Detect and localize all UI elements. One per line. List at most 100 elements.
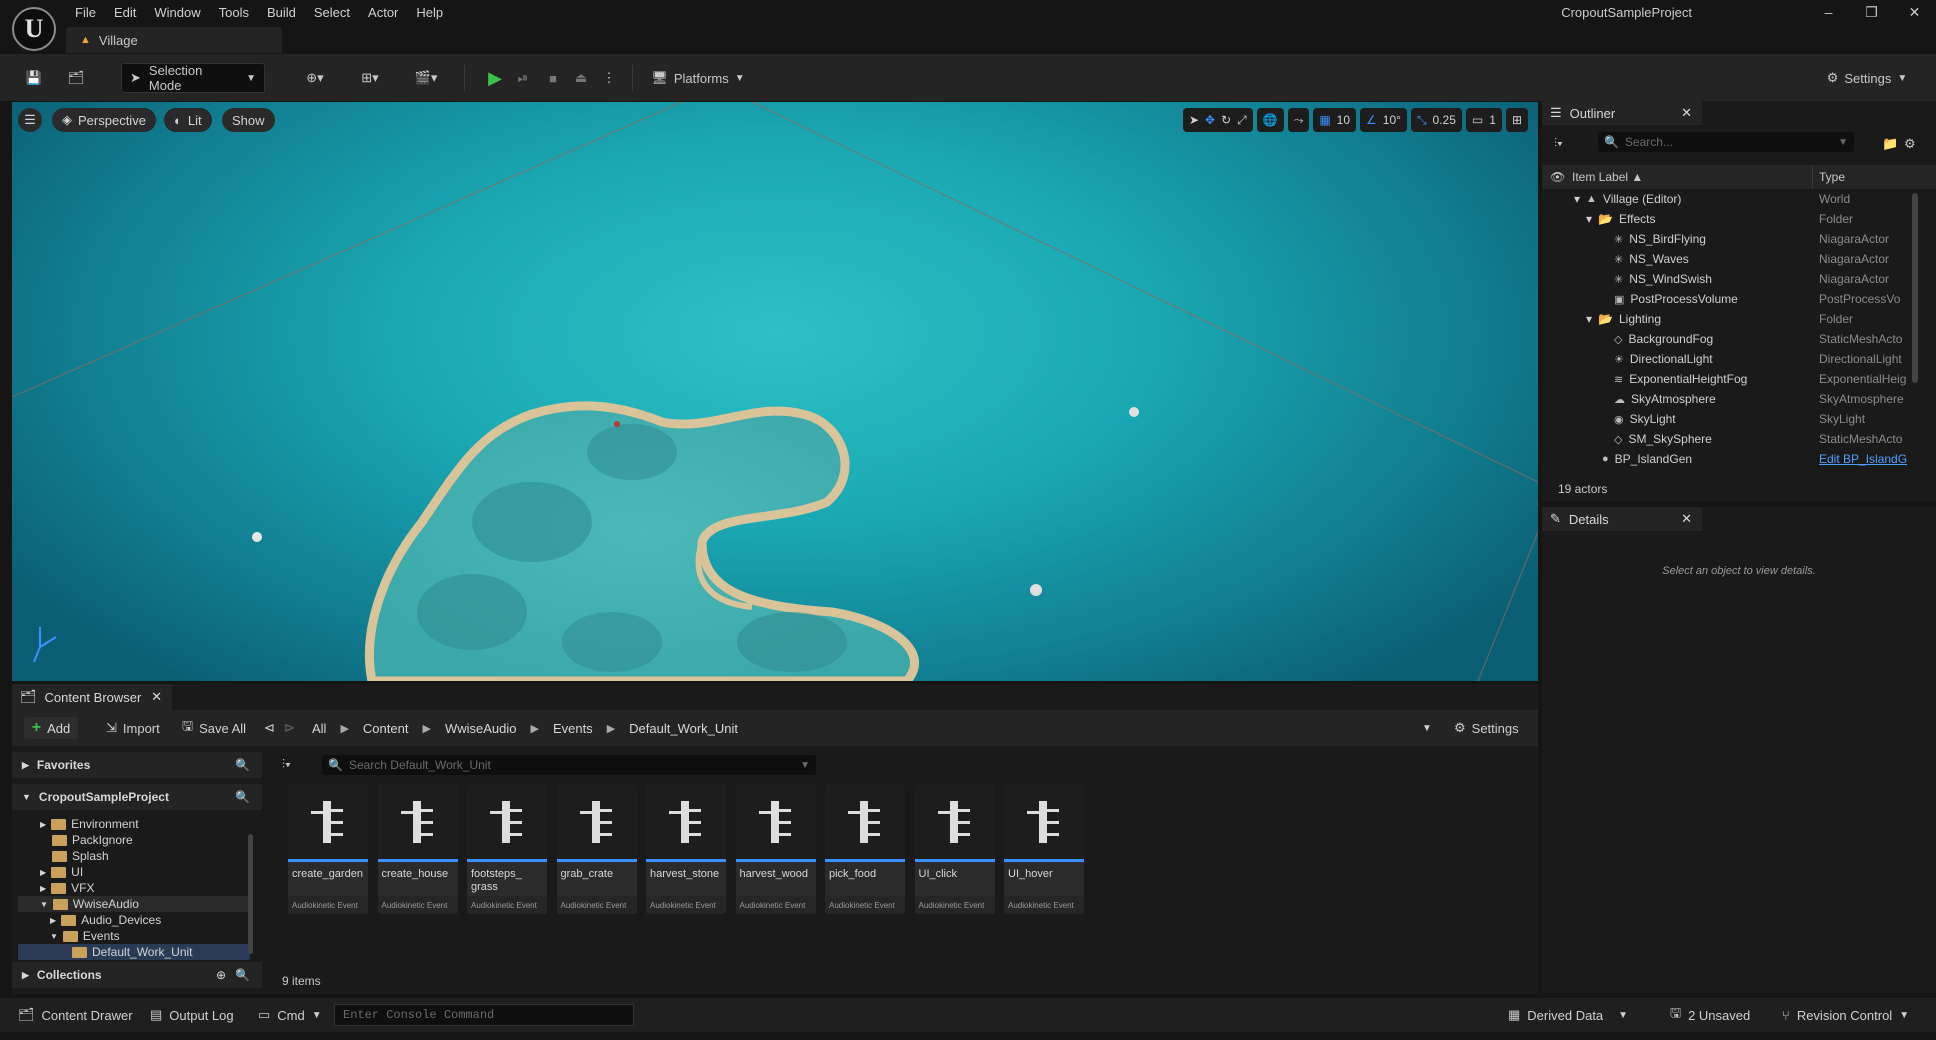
tree-folder[interactable]: ▼ WwiseAudio	[18, 896, 250, 912]
search-icon[interactable]: 🔍	[235, 758, 250, 772]
back-icon[interactable]: ⊲	[264, 717, 275, 739]
close-icon[interactable]: ✕	[151, 689, 162, 705]
asset-search-input[interactable]: 🔍 Search Default_Work_Unit ▼	[322, 755, 816, 775]
revision-control-button[interactable]: ⑂ Revision Control ▼	[1782, 1004, 1909, 1026]
outliner-tab[interactable]: ☰ Outliner ✕	[1542, 101, 1702, 125]
tree-folder[interactable]: ▼ Events	[50, 928, 120, 944]
expand-arrow-icon[interactable]: ▾	[1586, 312, 1592, 326]
chevron-right-icon[interactable]: ▶	[607, 722, 615, 735]
scale-snap-button[interactable]: ⤡ 0.25	[1410, 108, 1462, 132]
asset-tile[interactable]: harvest_wood Audiokinetic Event	[735, 784, 816, 914]
menu-edit[interactable]: Edit	[105, 5, 145, 20]
output-log-button[interactable]: ▤ Output Log	[150, 1004, 234, 1026]
tree-folder[interactable]: ▶ Environment	[40, 816, 139, 832]
tree-row[interactable]: ◇ BackgroundFog StaticMeshActo	[1542, 329, 1936, 349]
tree-row[interactable]: ☀ DirectionalLight DirectionalLight	[1542, 349, 1936, 369]
content-browser-tab[interactable]: 🗂 Content Browser ✕	[12, 684, 172, 710]
details-tab[interactable]: ✎ Details ✕	[1542, 507, 1702, 531]
eye-icon[interactable]: 👁	[1550, 170, 1565, 184]
add-folder-icon[interactable]: 📁	[1882, 136, 1898, 152]
tree-scrollbar[interactable]	[248, 834, 253, 954]
asset-tile[interactable]: harvest_stone Audiokinetic Event	[646, 784, 726, 914]
more-options-icon[interactable]: ⋮	[598, 63, 620, 93]
close-icon[interactable]: ✕	[1681, 511, 1692, 527]
stop-icon[interactable]: ■	[542, 63, 564, 93]
tree-row[interactable]: ▾ ▲ Village (Editor) World	[1542, 189, 1936, 209]
lit-button[interactable]: ◐ Lit	[164, 108, 212, 132]
gear-icon[interactable]: ⚙	[1904, 136, 1916, 152]
tree-row[interactable]: ◇ SM_SkySphere StaticMeshActo	[1542, 429, 1936, 449]
tree-folder-selected[interactable]: Default_Work_Unit	[18, 944, 250, 960]
save-icon[interactable]: 💾	[22, 63, 46, 93]
save-all-button[interactable]: 🖫 Save All	[182, 717, 246, 739]
tree-row[interactable]: ✳ NS_Waves NiagaraActor	[1542, 249, 1936, 269]
close-icon[interactable]: ✕	[1681, 105, 1692, 121]
breadcrumb-events[interactable]: Events	[553, 721, 593, 736]
tree-folder[interactable]: ▶ UI	[40, 864, 83, 880]
breadcrumb-wwiseaudio[interactable]: WwiseAudio	[445, 721, 517, 736]
tree-row[interactable]: ≋ ExponentialHeightFog ExponentialHeig	[1542, 369, 1936, 389]
world-local-icon[interactable]: 🌐	[1256, 108, 1284, 132]
col-type[interactable]: Type	[1819, 170, 1845, 184]
tree-row[interactable]: ✳ NS_WindSwish NiagaraActor	[1542, 269, 1936, 289]
favorites-section[interactable]: ▶ Favorites 🔍	[12, 752, 262, 778]
content-settings-button[interactable]: ⚙ Settings	[1454, 717, 1519, 739]
filter-icon[interactable]: ⫶▾	[282, 757, 291, 772]
asset-tile[interactable]: UI_click Audiokinetic Event	[914, 784, 995, 914]
forward-icon[interactable]: ⊳	[284, 717, 295, 739]
cmd-dropdown[interactable]: ▭ Cmd ▼	[258, 1004, 322, 1026]
tree-folder[interactable]: Splash	[52, 848, 109, 864]
rotation-snap-button[interactable]: ∠ 10°	[1360, 108, 1407, 132]
search-icon[interactable]: 🔍	[235, 968, 250, 982]
chevron-right-icon[interactable]: ▶	[530, 722, 538, 735]
expand-arrow-icon[interactable]: ▾	[1586, 212, 1592, 226]
content-drawer-button[interactable]: 🗂 Content Drawer	[18, 1004, 133, 1026]
col-item-label[interactable]: Item Label ▲	[1572, 170, 1643, 184]
eject-icon[interactable]: ⏏	[570, 63, 592, 93]
blueprint-button[interactable]: ⊞▾	[350, 63, 390, 93]
tree-row[interactable]: ▾ 📂 Lighting Folder	[1542, 309, 1936, 329]
tree-row[interactable]: ▣ PostProcessVolume PostProcessVo	[1542, 289, 1936, 309]
asset-tile[interactable]: create_house Audiokinetic Event	[377, 784, 458, 914]
asset-tile[interactable]: grab_crate Audiokinetic Event	[556, 784, 637, 914]
tree-folder[interactable]: ▶ VFX	[40, 880, 95, 896]
menu-window[interactable]: Window	[145, 5, 209, 20]
unsaved-button[interactable]: 🖫 2 Unsaved	[1670, 1004, 1750, 1026]
project-section[interactable]: ▼ CropoutSampleProject 🔍	[12, 784, 262, 810]
menu-actor[interactable]: Actor	[359, 5, 407, 20]
menu-build[interactable]: Build	[258, 5, 305, 20]
restore-icon[interactable]: ❐	[1850, 4, 1893, 21]
search-icon[interactable]: 🔍	[235, 790, 250, 804]
breadcrumb-all[interactable]: All	[312, 721, 326, 736]
breadcrumb-content[interactable]: Content	[363, 721, 409, 736]
layout-icon[interactable]: ⊞	[1505, 108, 1528, 132]
grid-snap-button[interactable]: ▦ 10	[1313, 108, 1357, 132]
asset-tile[interactable]: pick_food Audiokinetic Event	[825, 784, 905, 914]
platforms-dropdown[interactable]: 🖥 Platforms ▼	[650, 63, 746, 93]
add-collection-icon[interactable]: ⊕	[216, 968, 226, 982]
console-input[interactable]: Enter Console Command	[334, 1004, 634, 1026]
tree-row[interactable]: ☁ SkyAtmosphere SkyAtmosphere	[1542, 389, 1936, 409]
tree-folder[interactable]: PackIgnore	[52, 832, 133, 848]
minimize-icon[interactable]: –	[1807, 4, 1850, 20]
level-viewport[interactable]: ☰ ◈ Perspective ◐ Lit Show ➤ ✥ ↻ ⤢ 🌐 ⤳ ▦…	[12, 102, 1538, 681]
chevron-right-icon[interactable]: ▶	[340, 722, 348, 735]
outliner-search-input[interactable]: 🔍 Search... ▼	[1598, 132, 1854, 152]
camera-speed-button[interactable]: ▭ 1	[1465, 108, 1502, 132]
settings-dropdown[interactable]: ⚙ Settings ▼	[1820, 63, 1914, 93]
cinematics-button[interactable]: 🎬▾	[406, 63, 446, 93]
map-tab[interactable]: ▲ Village	[66, 27, 282, 53]
move-icon[interactable]: ✥	[1205, 113, 1215, 127]
chevron-down-icon[interactable]: ▼	[1422, 717, 1432, 739]
expand-arrow-icon[interactable]: ▾	[1574, 192, 1580, 206]
menu-select[interactable]: Select	[305, 5, 359, 20]
menu-tools[interactable]: Tools	[210, 5, 258, 20]
perspective-button[interactable]: ◈ Perspective	[52, 108, 156, 132]
collections-section[interactable]: ▶ Collections ⊕ 🔍	[12, 962, 262, 988]
menu-help[interactable]: Help	[407, 5, 452, 20]
close-icon[interactable]: ✕	[1893, 4, 1936, 21]
asset-tile[interactable]: UI_hover Audiokinetic Event	[1004, 784, 1084, 914]
browse-icon[interactable]: 🗂	[64, 63, 88, 93]
outliner-scrollbar[interactable]	[1912, 193, 1918, 383]
tree-row[interactable]: ▾ 📂 Effects Folder	[1542, 209, 1936, 229]
